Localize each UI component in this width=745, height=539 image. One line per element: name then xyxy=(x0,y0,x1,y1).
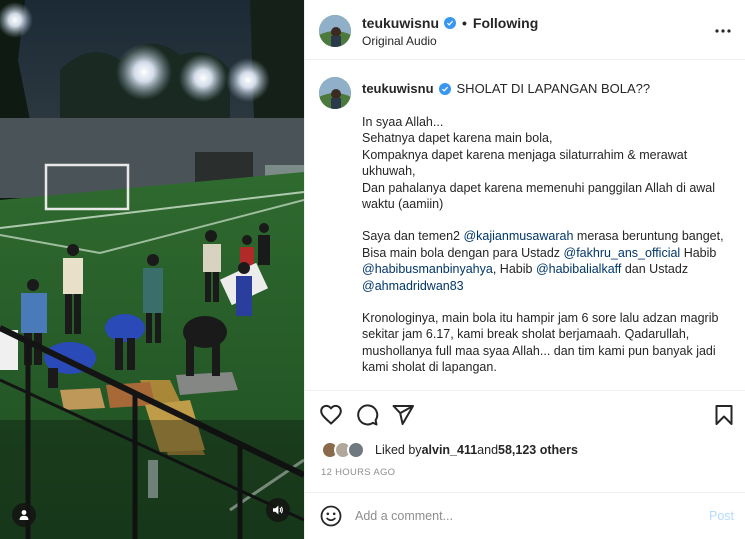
caption-title: SHOLAT DI LAPANGAN BOLA?? xyxy=(456,81,651,96)
header-user-line: teukuwisnu • Following xyxy=(362,15,538,31)
sound-toggle-button[interactable] xyxy=(266,498,290,522)
caption-text: merasa beruntung banget, xyxy=(573,229,724,244)
user-tag-icon xyxy=(19,510,29,520)
caption-line: Kompaknya dapet karena menjaga silaturra… xyxy=(362,147,688,162)
likes-mid: and xyxy=(477,443,499,457)
heart-icon xyxy=(320,404,342,425)
comment-input[interactable] xyxy=(355,506,675,526)
caption-line: sekitar jam 6.17, kami break sholat berj… xyxy=(362,327,690,342)
mention-link[interactable]: @ahmadridwan83 xyxy=(362,279,464,293)
caption-line: ukhuwah, xyxy=(362,164,416,179)
post-timestamp[interactable]: 12 HOURS AGO xyxy=(321,467,395,478)
speaker-icon xyxy=(273,505,283,515)
caption-line: kami sholat di lapangan. xyxy=(362,360,497,375)
avatar xyxy=(347,441,365,459)
caption-section: teukuwisnu SHOLAT DI LAPANGAN BOLA?? In … xyxy=(305,61,745,391)
caption-line: Saya dan temen2 @kajianmusawarah merasa … xyxy=(362,228,732,244)
post-details-panel: teukuwisnu • Following Original Audio te… xyxy=(304,0,745,539)
caption-username[interactable]: teukuwisnu xyxy=(362,81,434,96)
comment-bar: Post xyxy=(305,492,745,539)
caption-paragraph-3: Kronologinya, main bola itu hampir jam 6… xyxy=(362,310,732,376)
caption-line: In syaa Allah... xyxy=(362,115,444,129)
avatar-image xyxy=(319,77,351,109)
caption-head: teukuwisnu SHOLAT DI LAPANGAN BOLA?? xyxy=(362,81,650,96)
caption-line: mushollanya full maa syaa Allah... dan t… xyxy=(362,343,716,358)
mention-link[interactable]: @fakhru_ans_official xyxy=(564,246,681,260)
caption-text: Saya dan temen2 xyxy=(362,229,464,244)
follow-status-button[interactable]: Following xyxy=(473,15,538,31)
caption-avatar[interactable] xyxy=(319,77,351,109)
caption-paragraph-2: Saya dan temen2 @kajianmusawarah merasa … xyxy=(362,228,732,294)
caption-body: In syaa Allah... Sehatnya dapet karena m… xyxy=(362,114,732,391)
caption-text: dan Ustadz xyxy=(621,262,689,277)
caption-line: waktu (aamiin) xyxy=(362,197,444,212)
like-button[interactable] xyxy=(319,403,343,427)
caption-text: , Habib xyxy=(492,262,536,277)
post-video[interactable] xyxy=(0,0,304,539)
mention-link[interactable]: @kajianmusawarah xyxy=(463,229,573,243)
bookmark-icon xyxy=(715,405,733,425)
emoji-button[interactable] xyxy=(320,505,342,527)
header-username[interactable]: teukuwisnu xyxy=(362,15,439,31)
share-button[interactable] xyxy=(391,403,415,427)
liker-username[interactable]: alvin_411 xyxy=(422,443,478,457)
save-button[interactable] xyxy=(712,403,736,427)
video-frame xyxy=(0,0,304,539)
likes-summary: Liked by alvin_411 and 58,123 others xyxy=(321,440,578,460)
mention-link[interactable]: @habibalialkaff xyxy=(536,262,621,276)
verified-badge-icon xyxy=(444,17,457,29)
avatar-image xyxy=(319,15,351,47)
more-options-button[interactable] xyxy=(714,22,732,40)
caption-text: Bisa main bola dengan para Ustadz xyxy=(362,245,564,260)
liker-avatars[interactable] xyxy=(321,441,369,459)
post-header: teukuwisnu • Following Original Audio xyxy=(305,0,745,60)
post-comment-button[interactable]: Post xyxy=(709,509,734,523)
audio-label[interactable]: Original Audio xyxy=(362,34,437,48)
comment-button[interactable] xyxy=(355,403,379,427)
caption-line: @habibusmanbinyahya, Habib @habibalialka… xyxy=(362,261,732,277)
caption-line: Kronologinya, main bola itu hampir jam 6… xyxy=(362,311,719,326)
separator-dot: • xyxy=(462,15,467,31)
more-options-icon xyxy=(715,29,731,33)
action-bar xyxy=(305,390,745,436)
mention-link[interactable]: @habibusmanbinyahya xyxy=(362,262,493,276)
caption-line: Dan pahalanya dapet karena memenuhi pang… xyxy=(362,180,716,195)
avatar[interactable] xyxy=(319,15,351,47)
caption-paragraph-1: In syaa Allah... Sehatnya dapet karena m… xyxy=(362,114,732,212)
user-tag-button[interactable] xyxy=(12,503,36,527)
paper-plane-icon xyxy=(392,405,414,425)
likes-prefix: Liked by xyxy=(375,443,422,457)
emoji-icon xyxy=(320,505,342,527)
caption-line: Bisa main bola dengan para Ustadz @fakhr… xyxy=(362,245,732,261)
likes-count[interactable]: 58,123 others xyxy=(498,443,578,457)
caption-text: Habib xyxy=(680,245,717,260)
caption-line: Sehatnya dapet karena main bola, xyxy=(362,131,553,146)
verified-badge-icon xyxy=(438,82,451,95)
comment-icon xyxy=(357,404,379,426)
caption-line: @ahmadridwan83 xyxy=(362,278,732,294)
